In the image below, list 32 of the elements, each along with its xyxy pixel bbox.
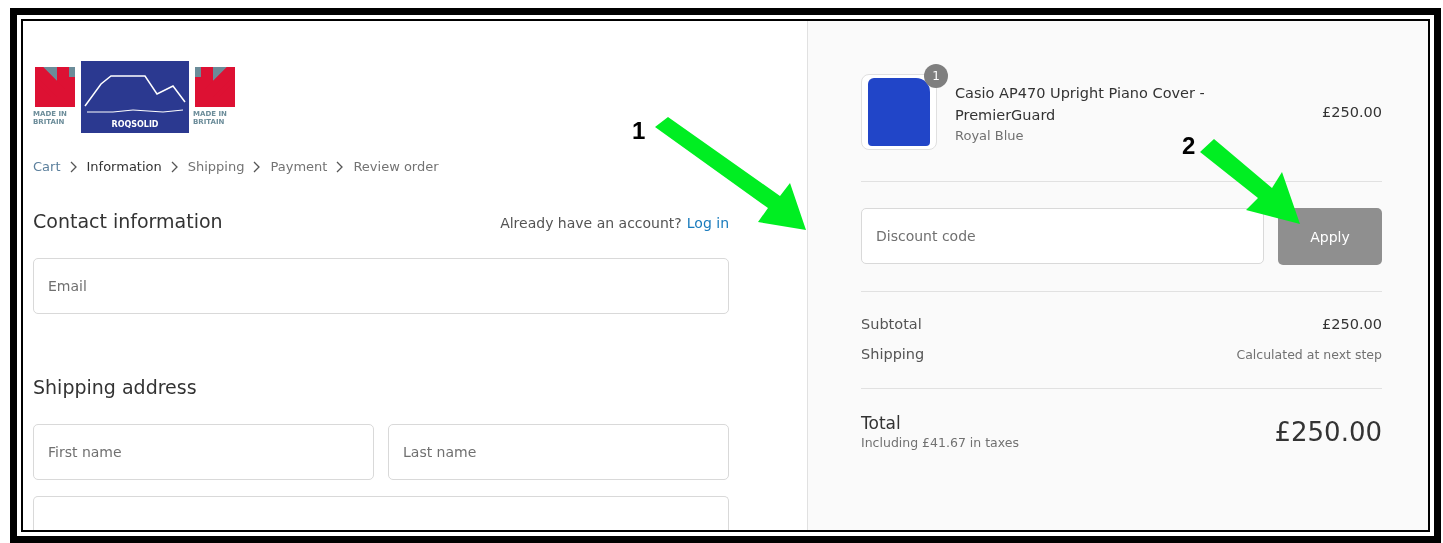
input-field[interactable]: Email [33, 258, 729, 314]
total-price: £250.00 [1274, 416, 1382, 447]
annotation-number: 1 [632, 117, 646, 145]
product-variant: Royal Blue [955, 127, 1025, 143]
chevron-icon [253, 160, 262, 173]
summary-value: Calculated at next step [1236, 347, 1382, 362]
brand-logo: ROQSOLID [81, 61, 189, 133]
summary-value: £250.00 [1322, 316, 1382, 332]
section-title: Contact information [33, 210, 223, 232]
section-title: Shipping address [33, 376, 198, 398]
breadcrumb-step: Information [86, 159, 162, 174]
product-name: Casio AP470 Upright Piano Cover - PremierGuard [955, 83, 1206, 125]
input-field[interactable] [33, 496, 729, 530]
total-label: Total [861, 413, 902, 433]
chevron-icon [69, 160, 78, 173]
quantity-badge: 1 [924, 64, 948, 88]
login-link[interactable]: Log in [686, 215, 729, 231]
breadcrumb-step: Review order [353, 159, 439, 174]
tax-note: Including £41.67 in taxes [861, 435, 1019, 450]
breadcrumb-step: Payment [270, 159, 328, 174]
photo-placeholder [868, 78, 930, 146]
annotation-number: 2 [1182, 132, 1196, 160]
chevron-icon [170, 160, 179, 173]
breadcrumb-step[interactable]: Cart [33, 159, 61, 174]
account-prompt: Already have an account? [500, 215, 682, 231]
input-field[interactable]: Last name [388, 424, 729, 480]
chevron-icon [336, 160, 345, 173]
input-field[interactable]: First name [33, 424, 374, 480]
summary-label: Subtotal [861, 316, 922, 332]
summary-label: Shipping [861, 346, 925, 362]
breadcrumb-step: Shipping [187, 159, 245, 174]
product-price: £250.00 [1322, 104, 1382, 120]
